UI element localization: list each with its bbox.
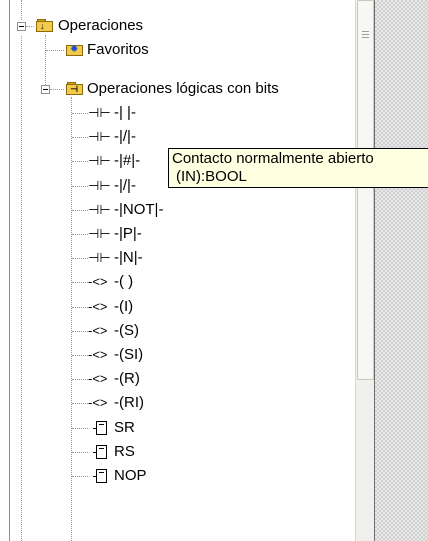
tree-line [72, 113, 88, 114]
collapse-toggle[interactable] [41, 85, 50, 94]
tree-line [72, 403, 88, 404]
coil-icon: -<> [88, 347, 108, 362]
tree-line [72, 186, 88, 187]
tree-node-operaciones[interactable]: ↓ Operaciones [10, 16, 355, 36]
tree-item[interactable]: NOP [10, 466, 355, 486]
tree-line [72, 379, 88, 380]
contact-icon: ⊣⊢ [88, 129, 111, 144]
tree-line [72, 452, 88, 453]
tree-item[interactable]: ⊣⊢ -|P|- [10, 224, 355, 244]
tree-item-label: SR [114, 419, 135, 436]
box-icon [93, 445, 107, 459]
tree-item-label: -|/|- [114, 128, 136, 145]
tree-item[interactable]: -<> -(R) [10, 369, 355, 389]
contact-icon: ⊣⊢ [88, 226, 111, 241]
tree-line [72, 428, 88, 429]
tree-line [72, 210, 88, 211]
tree-item-label: -(R) [114, 370, 140, 387]
favorites-folder-icon: ✹ [66, 43, 84, 57]
tree-item-label: -|NOT|- [114, 201, 164, 218]
folder-open-down-icon: ↓ [36, 19, 54, 33]
adjacent-pane [374, 0, 428, 541]
tree-node-label: Operaciones [58, 17, 144, 34]
contact-icon: ⊣⊢ [88, 178, 111, 193]
tree-line [50, 89, 64, 90]
coil-icon: -<> [88, 323, 108, 338]
tree-node-label: Operaciones lógicas con bits [87, 80, 279, 97]
tree-line [26, 26, 34, 27]
contact-icon: ⊣⊢ [88, 105, 111, 120]
tree-item-label: -|#|- [114, 152, 141, 169]
contact-icon: ⊣⊢ [88, 202, 111, 217]
tooltip-signature: (IN):BOOL [176, 168, 247, 185]
tree-line [72, 161, 88, 162]
tree-item[interactable]: -<> -(SI) [10, 345, 355, 365]
tree-item[interactable]: ⊣⊢ -|/|- [10, 127, 355, 147]
instruction-tooltip: Contacto normalmente abierto (IN):BOOL [168, 148, 428, 188]
tree-item[interactable]: ⊣⊢ -|NOT|- [10, 200, 355, 220]
collapse-toggle[interactable] [17, 22, 26, 31]
tree-item-label: -(S) [114, 322, 139, 339]
tree-item[interactable]: RS [10, 442, 355, 462]
tree-node-favoritos[interactable]: ✹ Favoritos [10, 40, 355, 60]
tree-item-label: RS [114, 443, 135, 460]
tree-item[interactable]: -<> -(I) [10, 297, 355, 317]
tree-item[interactable]: ⊣⊢ -|N|- [10, 248, 355, 268]
tree-line [72, 307, 88, 308]
tree-item-label: -| |- [114, 104, 136, 121]
box-icon [93, 469, 107, 483]
box-icon [93, 421, 107, 435]
contact-icon: ⊣⊢ [88, 153, 111, 168]
coil-icon: -<> [88, 299, 108, 314]
vertical-scrollbar[interactable] [355, 0, 374, 541]
tree-line [72, 282, 88, 283]
scroll-grip-icon [362, 31, 369, 40]
folder-contacts-icon: ⊣ [66, 82, 84, 96]
coil-icon: -<> [88, 395, 108, 410]
tree-item-label: -( ) [114, 273, 134, 290]
scrollbar-thumb[interactable] [357, 0, 374, 380]
tree-item-label: -|/|- [114, 177, 136, 194]
tree-line [72, 355, 88, 356]
tree-line [72, 258, 88, 259]
tree-line [72, 476, 88, 477]
tree-item-label: NOP [114, 467, 147, 484]
coil-icon: -<> [88, 274, 108, 289]
tree-item-label: -|N|- [114, 249, 143, 266]
tree-node-bit-logic[interactable]: ⊣ Operaciones lógicas con bits [10, 79, 355, 99]
tree-item-label: -(SI) [114, 346, 144, 363]
tree-item[interactable]: -<> -( ) [10, 272, 355, 292]
tooltip-title: Contacto normalmente abierto [172, 150, 374, 167]
tree-line [72, 137, 88, 138]
tree-item[interactable]: -<> -(S) [10, 321, 355, 341]
tree-item-label: -(RI) [114, 394, 144, 411]
tree-line [72, 234, 88, 235]
tree-line [72, 331, 88, 332]
tree-item-label: -(I) [114, 298, 134, 315]
tree-item[interactable]: ⊣⊢ -| |- [10, 103, 355, 123]
tree-item[interactable]: SR [10, 418, 355, 438]
tree-item[interactable]: -<> -(RI) [10, 393, 355, 413]
tree-line [46, 50, 64, 51]
tree-node-label: Favoritos [87, 41, 149, 58]
contact-icon: ⊣⊢ [88, 250, 111, 265]
instruction-tree[interactable]: ↓ Operaciones ✹ Favoritos ⊣ Operaciones … [10, 0, 355, 541]
tree-item-label: -|P|- [114, 225, 142, 242]
coil-icon: -<> [88, 371, 108, 386]
